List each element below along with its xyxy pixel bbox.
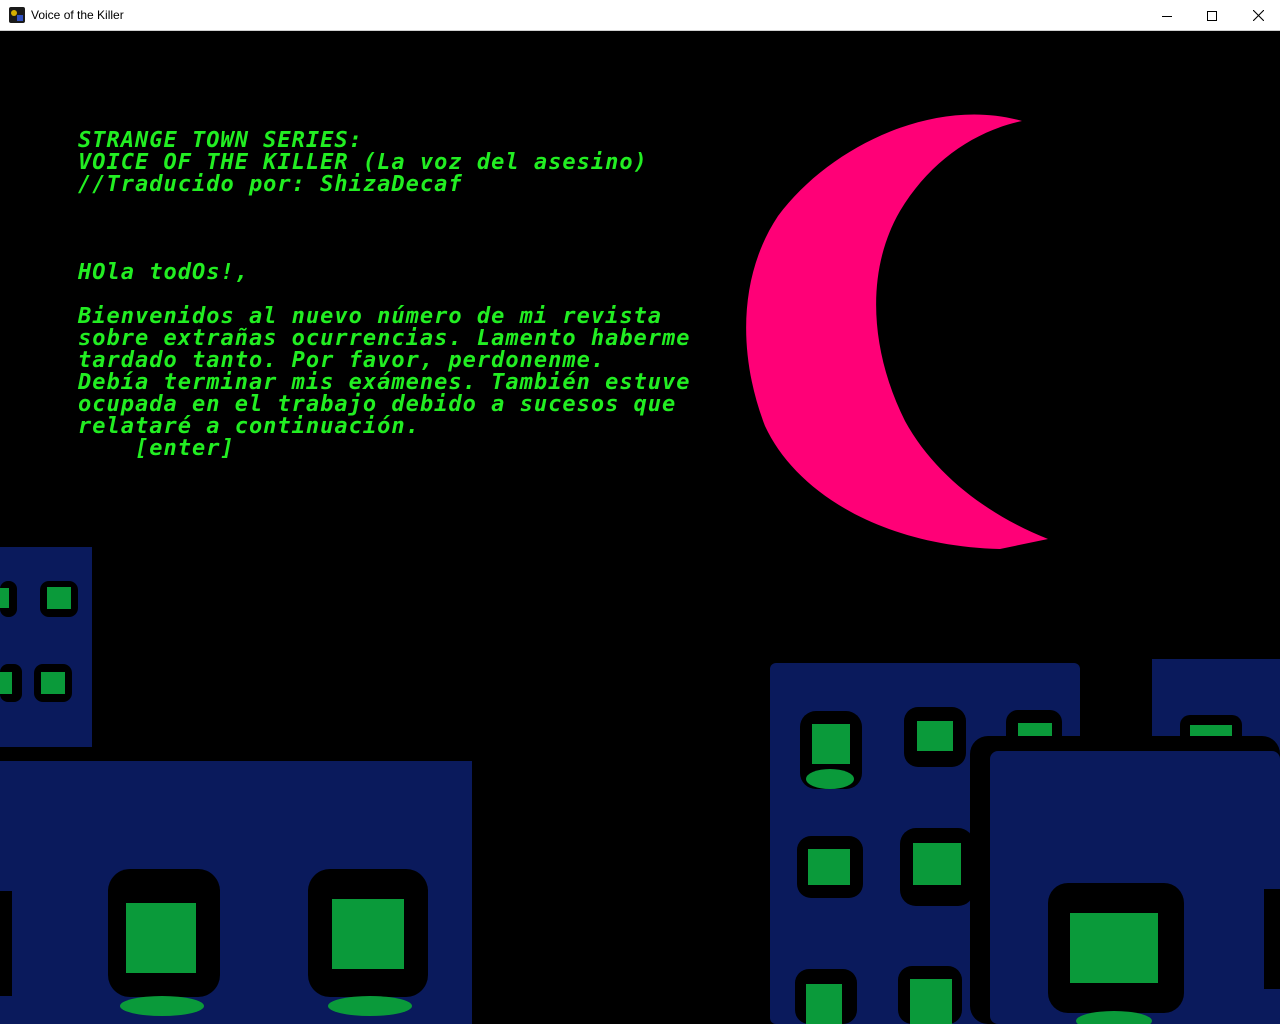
close-button[interactable] <box>1235 0 1280 31</box>
close-icon <box>1252 10 1264 21</box>
maximize-button[interactable] <box>1189 0 1235 31</box>
minimize-button[interactable] <box>1144 0 1190 31</box>
enter-prompt[interactable]: [enter] <box>135 436 235 461</box>
window-title: Voice of the Killer <box>31 8 124 22</box>
minimize-icon <box>1162 15 1172 17</box>
message-line: relataré a continuación. <box>78 414 420 439</box>
game-title-block: STRANGE TOWN SERIES: VOICE OF THE KILLER… <box>78 130 648 196</box>
title-line: //Traducido por: ShizaDecaf <box>78 172 463 197</box>
game-canvas[interactable]: STRANGE TOWN SERIES: VOICE OF THE KILLER… <box>0 31 1280 1024</box>
game-app-icon <box>9 7 25 23</box>
game-message-block: HOla todOs!, Bienvenidos al nuevo número… <box>78 262 691 460</box>
greeting-text: HOla todOs!, <box>78 260 249 285</box>
building-front-right <box>970 736 1280 1024</box>
window-titlebar[interactable]: Voice of the Killer <box>0 0 1280 31</box>
building-left-top <box>0 547 92 747</box>
crescent-moon <box>746 114 1048 549</box>
maximize-icon <box>1207 10 1217 21</box>
building-left-bottom <box>0 761 472 1024</box>
